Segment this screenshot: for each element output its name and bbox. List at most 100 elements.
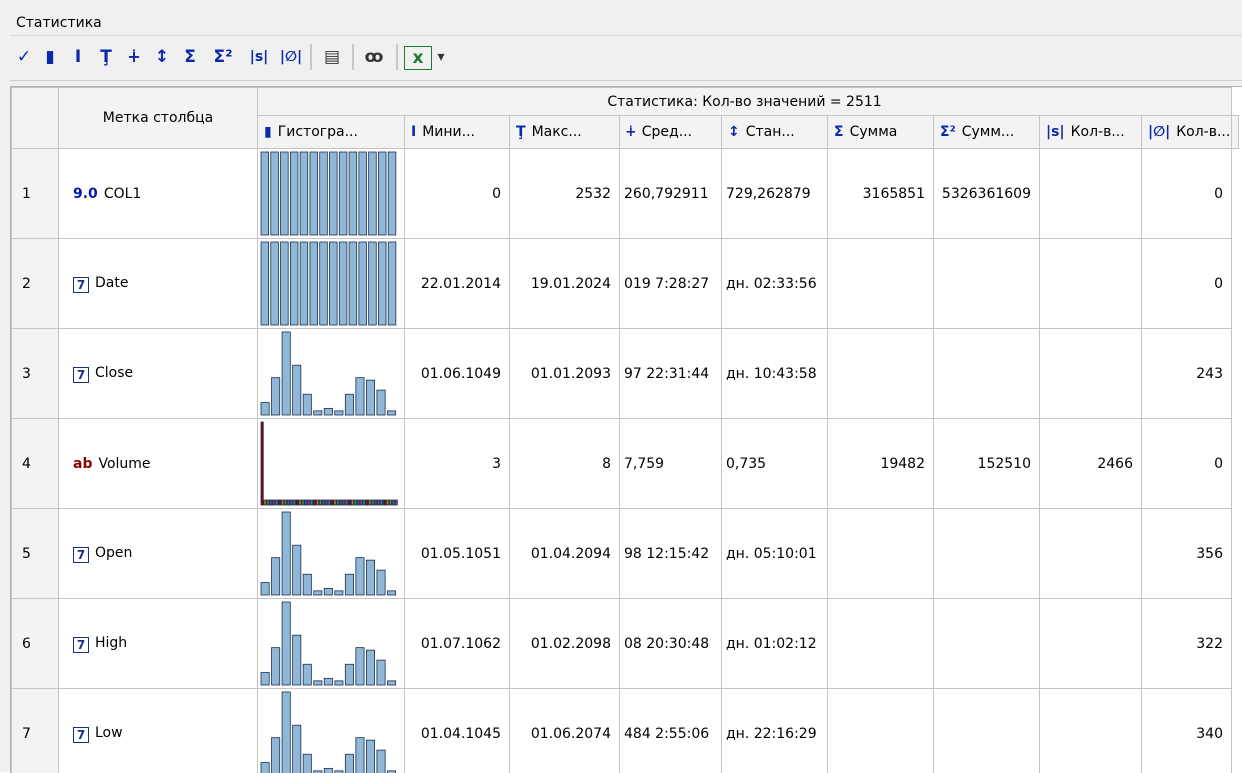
histogram-bar bbox=[383, 500, 385, 505]
column-label-cell[interactable]: 9.0COL1 bbox=[59, 149, 258, 239]
min-cell: 0 bbox=[405, 149, 510, 239]
toolbar-separator bbox=[396, 44, 398, 70]
histogram-bar bbox=[359, 152, 367, 235]
histogram-bar bbox=[356, 378, 364, 415]
histogram-bar bbox=[356, 738, 364, 773]
excel-export-icon[interactable]: x bbox=[404, 46, 432, 70]
histogram-cell bbox=[258, 689, 405, 773]
count-string-cell bbox=[1040, 689, 1142, 773]
histogram-bar bbox=[331, 500, 333, 505]
table-row[interactable]: 37Close01.06.104901.01.209397 22:31:44дн… bbox=[12, 329, 1239, 419]
histogram-bar bbox=[290, 500, 292, 505]
max-icon: Ţ bbox=[516, 124, 526, 140]
histogram-bar bbox=[267, 500, 269, 505]
mean-cell: 7,759 bbox=[620, 419, 722, 509]
column-label-cell[interactable]: 7Close bbox=[59, 329, 258, 419]
view-icon[interactable]: ꝏ bbox=[360, 42, 388, 72]
histogram-chart bbox=[258, 419, 404, 508]
column-header-sum-squares[interactable]: Σ²Сумм... bbox=[934, 116, 1040, 149]
column-label-cell[interactable]: 7Low bbox=[59, 689, 258, 773]
row-number: 1 bbox=[12, 149, 59, 239]
histogram-bar bbox=[375, 500, 377, 505]
date-type-icon: 7 bbox=[73, 277, 89, 293]
histogram-bar bbox=[282, 692, 290, 773]
stddev-cell: дн. 22:16:29 bbox=[722, 689, 828, 773]
column-header-count-string[interactable]: |s|Кол-в... bbox=[1040, 116, 1142, 149]
column-header-histogram[interactable]: ▮Гистогра... bbox=[258, 116, 405, 149]
count-string-cell bbox=[1040, 509, 1142, 599]
count-string-icon: |s| bbox=[1046, 124, 1065, 140]
column-label-cell[interactable]: abVolume bbox=[59, 419, 258, 509]
histogram-bar bbox=[369, 152, 377, 235]
count-null-cell: 0 bbox=[1142, 239, 1232, 329]
table-row[interactable]: 67High01.07.106201.02.209808 20:30:48дн.… bbox=[12, 599, 1239, 689]
stddev-cell: 729,262879 bbox=[722, 149, 828, 239]
column-label-cell[interactable]: 7High bbox=[59, 599, 258, 689]
column-header-count-null[interactable]: |∅|Кол-в... bbox=[1142, 116, 1232, 149]
properties-icon[interactable]: ▤ bbox=[318, 42, 346, 72]
max-cell: 8 bbox=[510, 419, 620, 509]
min-cell: 01.04.1045 bbox=[405, 689, 510, 773]
column-header-sum[interactable]: ΣСумма bbox=[828, 116, 934, 149]
table-row[interactable]: 27Date22.01.201419.01.2024019 7:28:27дн.… bbox=[12, 239, 1239, 329]
histogram-bar bbox=[293, 500, 295, 505]
histogram-bar bbox=[372, 500, 374, 505]
count-string-cell bbox=[1040, 239, 1142, 329]
dropdown-icon[interactable]: ▾ bbox=[432, 42, 450, 72]
histogram-bar bbox=[293, 725, 301, 773]
histogram-bar bbox=[346, 500, 348, 505]
histogram-bar bbox=[284, 500, 286, 505]
mean-cell: 98 12:15:42 bbox=[620, 509, 722, 599]
count-null-cell: 0 bbox=[1142, 419, 1232, 509]
table-row[interactable]: 19.0COL102532260,792911729,2628793165851… bbox=[12, 149, 1239, 239]
histogram-bar bbox=[310, 152, 318, 235]
count-null-cell: 356 bbox=[1142, 509, 1232, 599]
histogram-bar bbox=[282, 512, 290, 595]
table-row[interactable]: 77Low01.04.104501.06.2074484 2:55:06дн. … bbox=[12, 689, 1239, 773]
mean-icon[interactable]: ∔ bbox=[122, 42, 146, 72]
histogram-bar bbox=[303, 754, 311, 773]
column-label: Close bbox=[95, 365, 133, 381]
sum-icon: Σ bbox=[834, 124, 844, 140]
histogram-bar bbox=[281, 152, 289, 235]
histogram-bar bbox=[369, 242, 377, 325]
sum-squares-cell bbox=[934, 689, 1040, 773]
histogram-bar bbox=[343, 500, 345, 505]
min-icon[interactable]: Ⅰ bbox=[66, 42, 90, 72]
row-number: 2 bbox=[12, 239, 59, 329]
column-header-min[interactable]: ⅠМини... bbox=[405, 116, 510, 149]
table-row[interactable]: 4abVolume387,7590,7351948215251024660 bbox=[12, 419, 1239, 509]
sum-squares-icon[interactable]: Σ² bbox=[206, 42, 240, 72]
histogram-bar bbox=[330, 242, 338, 325]
histogram-chart bbox=[258, 329, 404, 418]
sum-squares-cell bbox=[934, 239, 1040, 329]
histogram-bar bbox=[273, 500, 275, 505]
histogram-bar bbox=[337, 500, 339, 505]
column-header-max[interactable]: ŢМакс... bbox=[510, 116, 620, 149]
column-label-cell[interactable]: 7Date bbox=[59, 239, 258, 329]
column-label-cell[interactable]: 7Open bbox=[59, 509, 258, 599]
max-icon[interactable]: Ţ bbox=[94, 42, 118, 72]
histogram-bar bbox=[339, 152, 347, 235]
statistics-grid: Метка столбца Статистика: Кол-во значени… bbox=[10, 86, 1242, 773]
histogram-bar bbox=[310, 242, 318, 325]
sum-icon[interactable]: Σ bbox=[178, 42, 202, 72]
min-cell: 22.01.2014 bbox=[405, 239, 510, 329]
histogram-bar bbox=[334, 500, 336, 505]
stddev-cell: дн. 01:02:12 bbox=[722, 599, 828, 689]
column-header-mean[interactable]: ∔Сред... bbox=[620, 116, 722, 149]
stddev-cell: дн. 05:10:01 bbox=[722, 509, 828, 599]
label-column-header[interactable]: Метка столбца bbox=[59, 88, 258, 149]
mean-cell: 260,792911 bbox=[620, 149, 722, 239]
stddev-icon: ↕ bbox=[728, 124, 740, 140]
stddev-icon[interactable]: ↕ bbox=[150, 42, 174, 72]
column-header-stddev[interactable]: ↕Стан... bbox=[722, 116, 828, 149]
histogram-bar bbox=[264, 500, 266, 505]
histogram-bar bbox=[366, 740, 374, 773]
table-row[interactable]: 57Open01.05.105101.04.209498 12:15:42дн.… bbox=[12, 509, 1239, 599]
sum-squares-cell bbox=[934, 509, 1040, 599]
count-null-icon[interactable]: |∅| bbox=[276, 42, 306, 72]
histogram-icon[interactable]: ▮ bbox=[38, 42, 62, 72]
check-icon[interactable]: ✓ bbox=[12, 42, 36, 72]
count-string-icon[interactable]: |s| bbox=[244, 42, 274, 72]
